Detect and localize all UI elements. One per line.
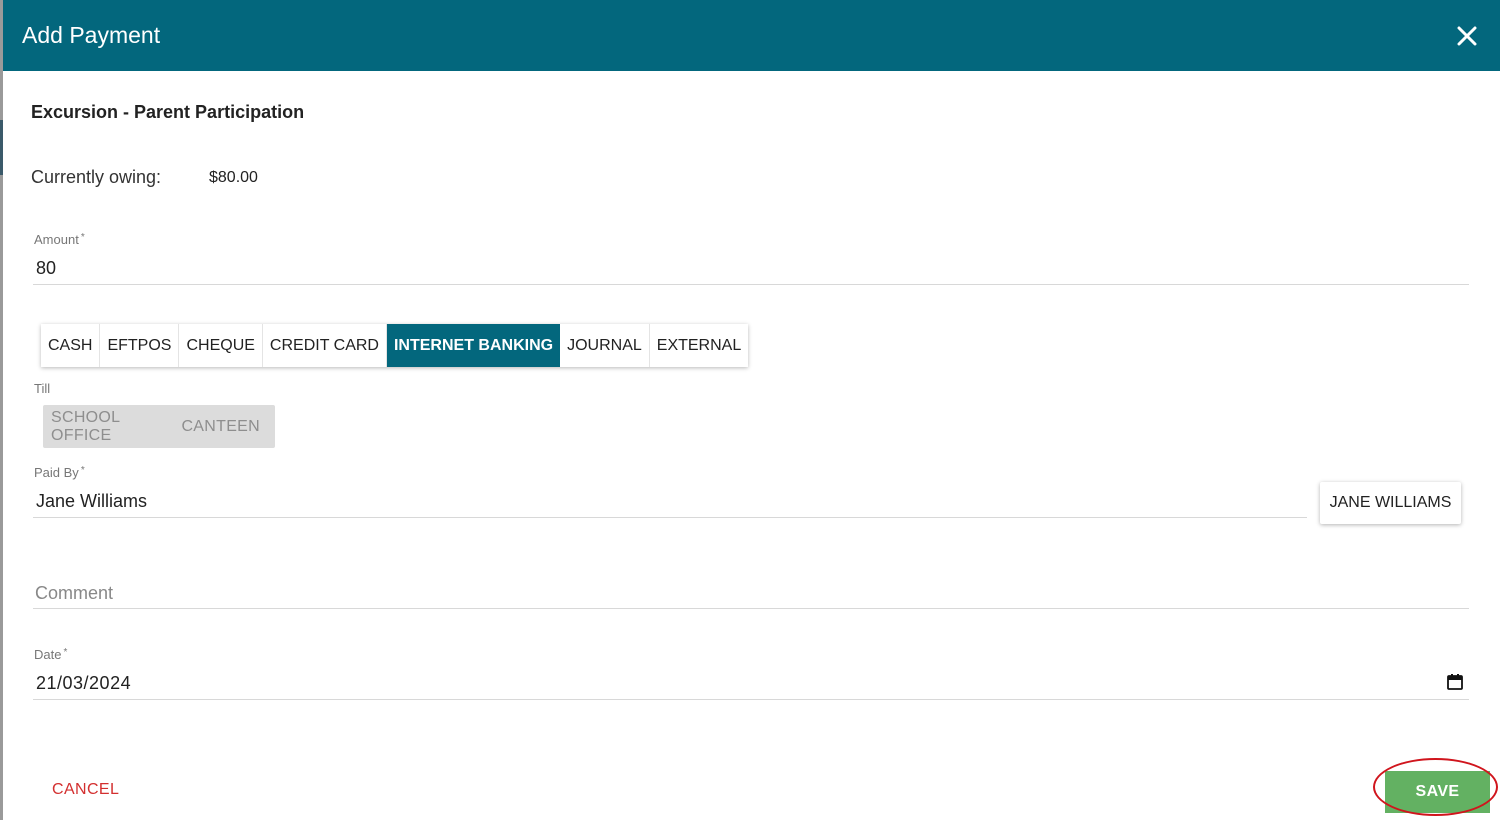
comment-input[interactable]: Comment bbox=[35, 583, 113, 604]
till-toggle-group: SCHOOL OFFICE CANTEEN bbox=[43, 405, 275, 448]
amount-underline bbox=[33, 284, 1469, 285]
paid-by-label: Paid By * bbox=[34, 465, 85, 480]
method-cash-button[interactable]: CASH bbox=[41, 324, 101, 367]
window-edge-accent bbox=[0, 120, 3, 175]
payment-item-title: Excursion - Parent Participation bbox=[31, 102, 305, 122]
method-eftpos-button[interactable]: EFTPOS bbox=[100, 324, 180, 367]
method-credit-card-button[interactable]: CREDIT CARD bbox=[263, 324, 387, 367]
close-button[interactable] bbox=[1452, 21, 1482, 51]
amount-label: Amount * bbox=[34, 232, 85, 247]
owing-value: $80.00 bbox=[209, 169, 258, 186]
amount-input[interactable] bbox=[36, 256, 1466, 280]
calendar-icon[interactable] bbox=[1446, 673, 1464, 691]
cancel-button[interactable]: CANCEL bbox=[52, 781, 119, 799]
dialog-header: Add Payment bbox=[3, 0, 1500, 71]
dialog-title: Add Payment bbox=[22, 22, 161, 48]
date-input[interactable] bbox=[36, 671, 1426, 695]
comment-underline bbox=[33, 608, 1469, 609]
close-icon bbox=[1457, 26, 1477, 45]
select-payer-button[interactable]: JANE WILLIAMS bbox=[1320, 482, 1461, 524]
till-label: Till bbox=[34, 381, 51, 396]
payment-method-group: CASH EFTPOS CHEQUE CREDIT CARD INTERNET … bbox=[41, 324, 749, 367]
till-school-office-button[interactable]: SCHOOL OFFICE bbox=[51, 409, 166, 445]
date-underline bbox=[33, 699, 1469, 700]
method-journal-button[interactable]: JOURNAL bbox=[560, 324, 650, 367]
owing-label: Currently owing: bbox=[31, 167, 162, 187]
method-external-button[interactable]: EXTERNAL bbox=[650, 324, 748, 367]
paid-by-input[interactable] bbox=[36, 489, 1301, 513]
save-button[interactable]: SAVE bbox=[1385, 771, 1490, 813]
method-internet-banking-button[interactable]: INTERNET BANKING bbox=[386, 324, 561, 367]
paid-by-underline bbox=[33, 517, 1307, 518]
method-cheque-button[interactable]: CHEQUE bbox=[179, 324, 263, 367]
till-canteen-button[interactable]: CANTEEN bbox=[181, 418, 260, 436]
date-label: Date * bbox=[34, 647, 68, 662]
